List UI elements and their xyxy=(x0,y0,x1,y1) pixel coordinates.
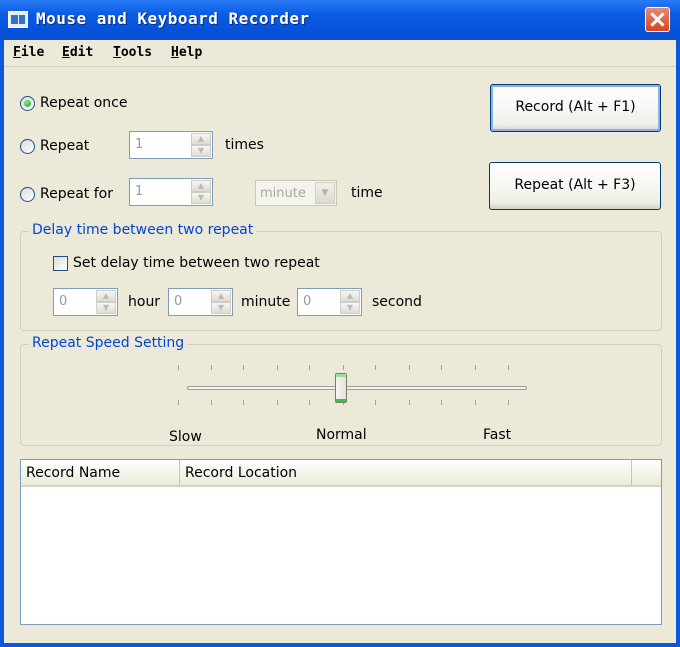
slider-tick xyxy=(277,365,278,370)
repeat-for-value: 1 xyxy=(135,184,144,199)
spin-up-arrow-icon[interactable]: ▲ xyxy=(191,133,211,145)
hour-label: hour xyxy=(128,294,161,310)
spin-up-arrow-icon[interactable]: ▲ xyxy=(340,290,360,302)
repeat-for-label: Repeat for xyxy=(40,186,113,202)
spin-down-arrow-icon[interactable]: ▼ xyxy=(211,302,231,314)
delay-checkbox-label: Set delay time between two repeat xyxy=(73,255,320,271)
delay-group-title: Delay time between two repeat xyxy=(29,222,257,238)
slider-tick xyxy=(375,365,376,370)
slider-tick xyxy=(211,400,212,405)
delay-group: Delay time between two repeat Set delay … xyxy=(20,222,662,331)
delay-hour-spinner[interactable]: 0 ▲ ▼ xyxy=(53,288,118,316)
column-header-filler xyxy=(632,460,661,485)
main-panel: Repeat once Repeat 1 ▲ ▼ times Repeat fo… xyxy=(4,67,676,643)
slider-tick xyxy=(243,400,244,405)
app-window: Mouse and Keyboard Recorder File Edit To… xyxy=(0,0,680,647)
repeat-once-option[interactable]: Repeat once xyxy=(20,95,127,111)
chevron-down-icon[interactable]: ▼ xyxy=(315,182,335,204)
delay-minute-value: 0 xyxy=(174,294,183,309)
time-unit-value: minute xyxy=(260,186,306,201)
repeat-times-radio[interactable] xyxy=(20,138,35,154)
slider-tick xyxy=(475,365,476,370)
speed-group: Repeat Speed Setting Slow Normal Fast xyxy=(20,335,662,446)
repeat-once-radio[interactable] xyxy=(20,95,35,111)
spin-down-arrow-icon[interactable]: ▼ xyxy=(191,192,211,204)
delay-checkbox[interactable] xyxy=(53,255,68,271)
delay-second-value: 0 xyxy=(303,294,312,309)
slider-tick xyxy=(309,400,310,405)
repeat-for-option[interactable]: Repeat for xyxy=(20,186,113,202)
menu-bar: File Edit Tools Help xyxy=(4,40,676,67)
speed-slider-thumb[interactable] xyxy=(335,373,347,403)
slider-tick xyxy=(441,365,442,370)
speed-fast-label: Fast xyxy=(483,427,512,443)
slider-tick xyxy=(243,365,244,370)
slider-tick xyxy=(309,365,310,370)
delay-second-spinner[interactable]: 0 ▲ ▼ xyxy=(297,288,362,316)
repeat-once-label: Repeat once xyxy=(40,95,128,111)
record-button[interactable]: Record (Alt + F1) xyxy=(490,84,661,132)
menu-tools[interactable]: Tools xyxy=(113,45,152,60)
menu-help[interactable]: Help xyxy=(171,45,202,60)
close-button[interactable] xyxy=(645,7,670,32)
menu-file[interactable]: File xyxy=(13,45,44,60)
slider-tick xyxy=(409,365,410,370)
column-header-record-name[interactable]: Record Name xyxy=(21,460,180,485)
records-list-header: Record Name Record Location xyxy=(21,460,661,487)
minute-label: minute xyxy=(241,294,291,310)
slider-tick xyxy=(508,365,509,370)
window-title: Mouse and Keyboard Recorder xyxy=(36,9,310,28)
repeat-count-spinner[interactable]: 1 ▲ ▼ xyxy=(129,131,213,159)
menu-edit[interactable]: Edit xyxy=(62,45,93,60)
slider-tick xyxy=(409,400,410,405)
slider-tick xyxy=(277,400,278,405)
time-label: time xyxy=(351,185,383,201)
column-header-record-location[interactable]: Record Location xyxy=(180,460,632,485)
delay-hour-value: 0 xyxy=(59,294,68,309)
spin-up-arrow-icon[interactable]: ▲ xyxy=(191,180,211,192)
slider-tick xyxy=(475,400,476,405)
repeat-for-spinner[interactable]: 1 ▲ ▼ xyxy=(129,178,213,206)
repeat-count-value: 1 xyxy=(135,137,144,152)
repeat-times-option[interactable]: Repeat xyxy=(20,138,89,154)
records-list[interactable]: Record Name Record Location xyxy=(20,459,662,625)
spin-down-arrow-icon[interactable]: ▼ xyxy=(340,302,360,314)
spin-down-arrow-icon[interactable]: ▼ xyxy=(96,302,116,314)
times-label: times xyxy=(225,137,264,153)
spin-up-arrow-icon[interactable]: ▲ xyxy=(96,290,116,302)
speed-slider-track[interactable] xyxy=(187,386,527,390)
slider-tick xyxy=(178,365,179,370)
spin-down-arrow-icon[interactable]: ▼ xyxy=(191,145,211,157)
slider-tick xyxy=(441,400,442,405)
slider-tick xyxy=(508,400,509,405)
spin-up-arrow-icon[interactable]: ▲ xyxy=(211,290,231,302)
repeat-times-label: Repeat xyxy=(40,138,90,154)
speed-slow-label: Slow xyxy=(169,429,202,445)
time-unit-dropdown[interactable]: minute ▼ xyxy=(255,180,337,206)
client-area: File Edit Tools Help Repeat once Repeat … xyxy=(4,40,676,643)
repeat-button[interactable]: Repeat (Alt + F3) xyxy=(489,162,661,210)
repeat-for-radio[interactable] xyxy=(20,186,35,202)
delay-checkbox-row[interactable]: Set delay time between two repeat xyxy=(53,255,320,271)
slider-tick xyxy=(178,400,179,405)
delay-minute-spinner[interactable]: 0 ▲ ▼ xyxy=(168,288,233,316)
slider-tick xyxy=(211,365,212,370)
speed-group-title: Repeat Speed Setting xyxy=(29,335,188,351)
app-window-icon[interactable] xyxy=(8,11,28,28)
speed-normal-label: Normal xyxy=(316,427,367,443)
slider-tick xyxy=(343,365,344,370)
title-bar[interactable]: Mouse and Keyboard Recorder xyxy=(0,0,680,40)
slider-tick xyxy=(375,400,376,405)
second-label: second xyxy=(372,294,422,310)
